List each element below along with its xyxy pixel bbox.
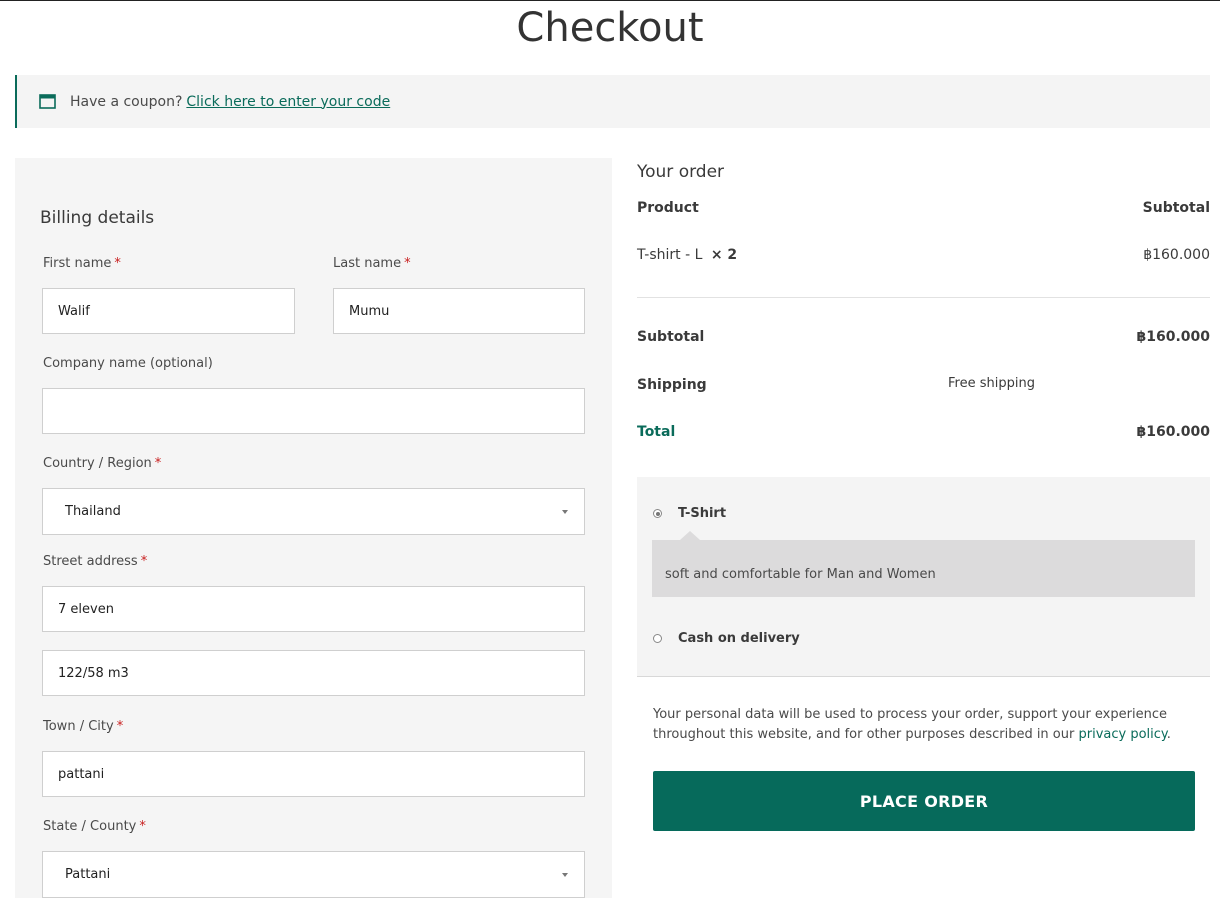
order-item-name: T-shirt - L × 2 bbox=[637, 247, 738, 263]
total-value: ฿160.000 bbox=[1136, 424, 1210, 440]
page-title: Checkout bbox=[516, 5, 704, 51]
street-address-line2-field[interactable]: 122/58 m3 bbox=[42, 650, 585, 696]
required-mark: * bbox=[139, 819, 146, 834]
divider bbox=[637, 297, 1210, 298]
chevron-down-icon bbox=[562, 509, 568, 514]
country-value: Thailand bbox=[65, 504, 121, 519]
payment-method-description: soft and comfortable for Man and Women bbox=[652, 531, 1195, 597]
city-label: Town / City * bbox=[43, 719, 124, 734]
payment-method-cod-label[interactable]: Cash on delivery bbox=[678, 631, 800, 646]
state-select[interactable]: Pattani bbox=[42, 851, 585, 898]
order-heading: Your order bbox=[637, 162, 725, 182]
privacy-notice: Your personal data will be used to proce… bbox=[653, 707, 1171, 742]
city-field[interactable]: pattani bbox=[42, 751, 585, 797]
required-mark: * bbox=[140, 554, 148, 569]
company-field[interactable] bbox=[42, 388, 585, 434]
country-select[interactable]: Thailand bbox=[42, 488, 585, 535]
subtotal-label: Subtotal bbox=[637, 329, 705, 345]
payment-radio-tshirt[interactable] bbox=[653, 509, 662, 518]
coupon-notice: Have a coupon? Click here to enter your … bbox=[15, 75, 1210, 128]
shipping-label: Shipping bbox=[637, 377, 707, 393]
subtotal-value: ฿160.000 bbox=[1136, 329, 1210, 345]
order-item-price: ฿160.000 bbox=[1143, 247, 1210, 263]
place-order-button[interactable]: PLACE ORDER bbox=[653, 771, 1195, 831]
coupon-text: Have a coupon? bbox=[70, 93, 183, 110]
required-mark: * bbox=[404, 256, 411, 271]
street-address-line1-field[interactable]: 7 eleven bbox=[42, 586, 585, 632]
company-label: Company name (optional) bbox=[43, 356, 213, 371]
first-name-label: First name * bbox=[43, 256, 121, 271]
required-mark: * bbox=[116, 719, 124, 734]
col-subtotal-header: Subtotal bbox=[1142, 200, 1210, 216]
billing-heading: Billing details bbox=[40, 208, 155, 228]
state-value: Pattani bbox=[65, 867, 111, 882]
country-label: Country / Region * bbox=[43, 456, 162, 471]
last-name-field[interactable]: Mumu bbox=[333, 288, 585, 334]
state-label: State / County * bbox=[43, 819, 146, 834]
first-name-field[interactable]: Walif bbox=[42, 288, 295, 334]
shipping-value: Free shipping bbox=[948, 376, 1035, 391]
billing-details-panel: Billing details First name * Walif Last n… bbox=[15, 158, 612, 898]
col-product-header: Product bbox=[637, 200, 699, 216]
privacy-policy-link[interactable]: privacy policy bbox=[1079, 727, 1167, 742]
payment-methods: T-Shirt soft and comfortable for Man and… bbox=[637, 477, 1210, 677]
street-label: Street address * bbox=[43, 554, 148, 569]
payment-radio-cod[interactable] bbox=[653, 634, 662, 643]
required-mark: * bbox=[154, 456, 162, 471]
required-mark: * bbox=[114, 256, 121, 271]
calendar-icon bbox=[39, 93, 56, 110]
chevron-down-icon bbox=[562, 872, 568, 877]
payment-method-tshirt-label[interactable]: T-Shirt bbox=[678, 506, 726, 521]
total-label: Total bbox=[637, 424, 676, 440]
coupon-link[interactable]: Click here to enter your code bbox=[186, 94, 390, 110]
last-name-label: Last name * bbox=[333, 256, 411, 271]
order-item-qty: × 2 bbox=[710, 247, 738, 263]
